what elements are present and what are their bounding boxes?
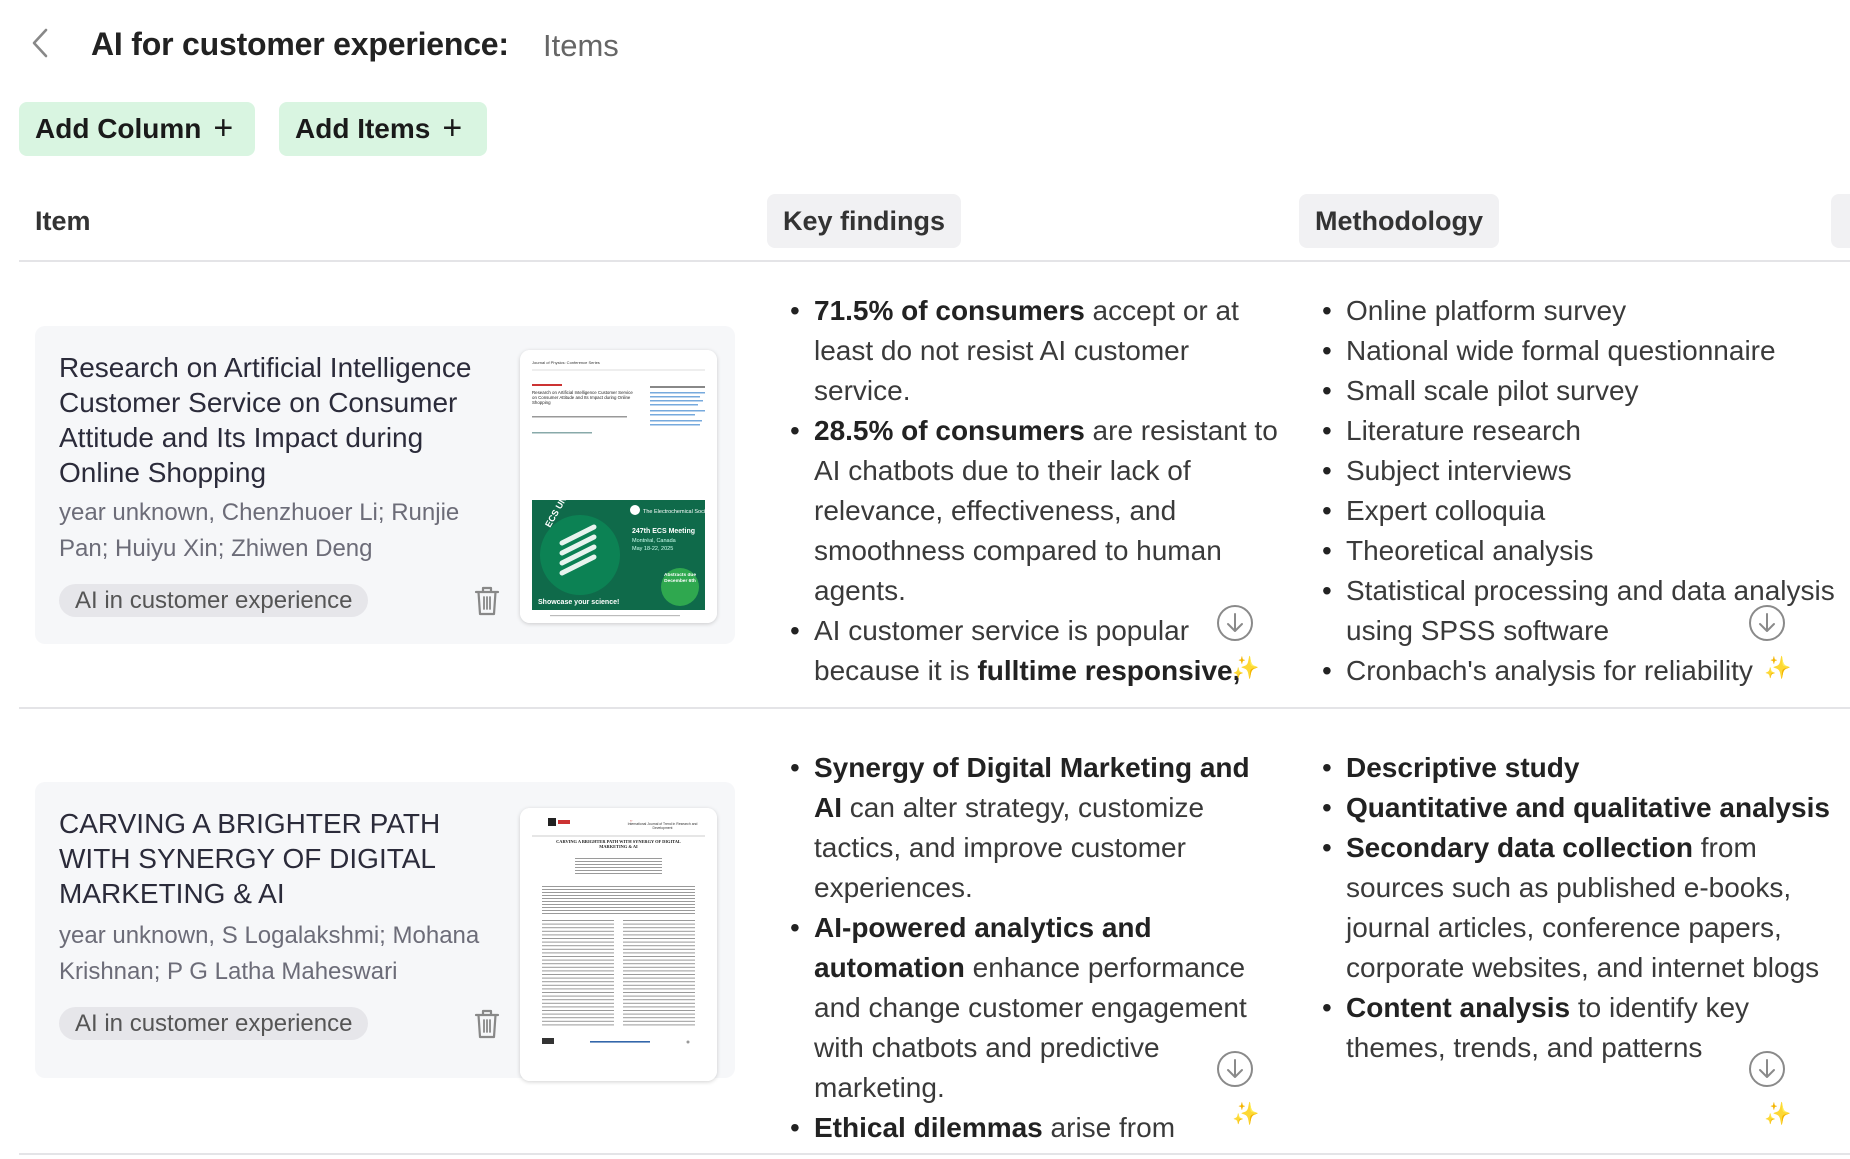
- paper-thumbnail[interactable]: Journal of Physics: Conference Series Re…: [520, 350, 717, 623]
- sparkle-icon[interactable]: ✨: [1232, 655, 1259, 681]
- column-header-methodology[interactable]: Methodology: [1299, 194, 1499, 248]
- add-items-button[interactable]: Add Items +: [279, 102, 487, 156]
- trash-icon[interactable]: [472, 1007, 502, 1041]
- list-item: National wide formal questionnaire: [1318, 331, 1838, 371]
- thumbnail-ad-location: Montréal, Canada: [632, 538, 677, 544]
- expand-down-icon[interactable]: [1748, 1050, 1786, 1088]
- thumbnail-title: Research on Artificial Intelligence Cust…: [532, 390, 633, 405]
- sparkle-icon[interactable]: ✨: [1232, 1101, 1259, 1127]
- plus-icon: +: [442, 109, 463, 147]
- key-findings-cell[interactable]: 71.5% of consumers accept or at least do…: [786, 291, 1278, 691]
- add-column-button[interactable]: Add Column +: [19, 102, 255, 156]
- item-card[interactable]: CARVING A BRIGHTER PATH WITH SYNERGY OF …: [35, 782, 735, 1081]
- page-subtitle: Items: [543, 28, 619, 63]
- item-title[interactable]: CARVING A BRIGHTER PATH WITH SYNERGY OF …: [59, 806, 459, 911]
- key-findings-cell[interactable]: Synergy of Digital Marketing and AI can …: [786, 748, 1278, 1148]
- thumbnail-journal: Journal of Physics: Conference Series: [532, 360, 600, 365]
- list-item: Quantitative and qualitative analysis: [1318, 788, 1838, 828]
- expand-down-icon[interactable]: [1748, 604, 1786, 642]
- list-item: Ethical dilemmas arise from: [786, 1108, 1278, 1148]
- list-item: 71.5% of consumers accept or at least do…: [786, 291, 1278, 411]
- expand-down-icon[interactable]: [1216, 604, 1254, 642]
- row-divider: [19, 707, 1850, 709]
- list-item: Online platform survey: [1318, 291, 1838, 331]
- trash-icon[interactable]: [472, 584, 502, 618]
- page-title: AI for customer experience:: [91, 26, 509, 62]
- page-header: AI for customer experience: Items: [0, 0, 1850, 90]
- expand-down-icon[interactable]: [1216, 1050, 1254, 1088]
- list-item: 28.5% of consumers are resistant to AI c…: [786, 411, 1278, 611]
- item-tag[interactable]: AI in customer experience: [59, 1007, 369, 1040]
- item-card[interactable]: Research on Artificial Intelligence Cust…: [35, 326, 735, 644]
- back-button[interactable]: [26, 25, 56, 61]
- list-item: Synergy of Digital Marketing and AI can …: [786, 748, 1278, 908]
- item-tag[interactable]: AI in customer experience: [59, 584, 369, 617]
- thumbnail-ad-cta: Showcase your science!: [538, 599, 619, 606]
- sparkle-icon[interactable]: ✨: [1764, 1101, 1791, 1127]
- thumbnail-ad-society: The Electrochemical Society: [643, 509, 713, 515]
- item-meta: year unknown, S Logalakshmi; Mohana Kris…: [59, 922, 480, 985]
- list-item: AI customer service is popular because i…: [786, 611, 1278, 691]
- plus-icon: +: [213, 109, 234, 147]
- thumbnail-ad-deadline: Abstracts due December 6th: [664, 573, 696, 584]
- add-items-label: Add Items: [295, 113, 431, 144]
- add-column-label: Add Column: [35, 113, 202, 144]
- column-header-next[interactable]: [1831, 194, 1850, 248]
- list-item: Small scale pilot survey: [1318, 371, 1838, 411]
- row-divider: [19, 1153, 1850, 1155]
- column-header-key-findings[interactable]: Key findings: [767, 194, 962, 248]
- item-meta: year unknown, Chenzhuoer Li; Runjie Pan;…: [59, 499, 460, 562]
- column-header-item: Item: [35, 205, 91, 236]
- thumbnail-title: CARVING A BRIGHTER PATH WITH SYNERGY OF …: [556, 839, 681, 849]
- sparkle-icon[interactable]: ✨: [1764, 655, 1791, 681]
- list-item: Cronbach's analysis for reliability: [1318, 651, 1838, 691]
- chevron-left-icon: [32, 28, 48, 58]
- list-item: Expert colloquia: [1318, 491, 1838, 531]
- list-item: AI-powered analytics and automation enha…: [786, 908, 1278, 1108]
- paper-thumbnail[interactable]: ‹› International Journal of Trend in Res…: [520, 808, 717, 1081]
- list-item: Literature research: [1318, 411, 1838, 451]
- thumbnail-ad-dates: May 18-22, 2025: [632, 546, 673, 552]
- header-divider: [19, 260, 1850, 262]
- list-item: Descriptive study: [1318, 748, 1838, 788]
- thumbnail-ad-meeting: 247th ECS Meeting: [632, 528, 695, 535]
- item-title[interactable]: Research on Artificial Intelligence Cust…: [59, 350, 504, 490]
- list-item: Theoretical analysis: [1318, 531, 1838, 571]
- list-item: Subject interviews: [1318, 451, 1838, 491]
- thumbnail-journal: International Journal of Trend in Resear…: [627, 822, 698, 830]
- list-item: Secondary data collection from sources s…: [1318, 828, 1838, 988]
